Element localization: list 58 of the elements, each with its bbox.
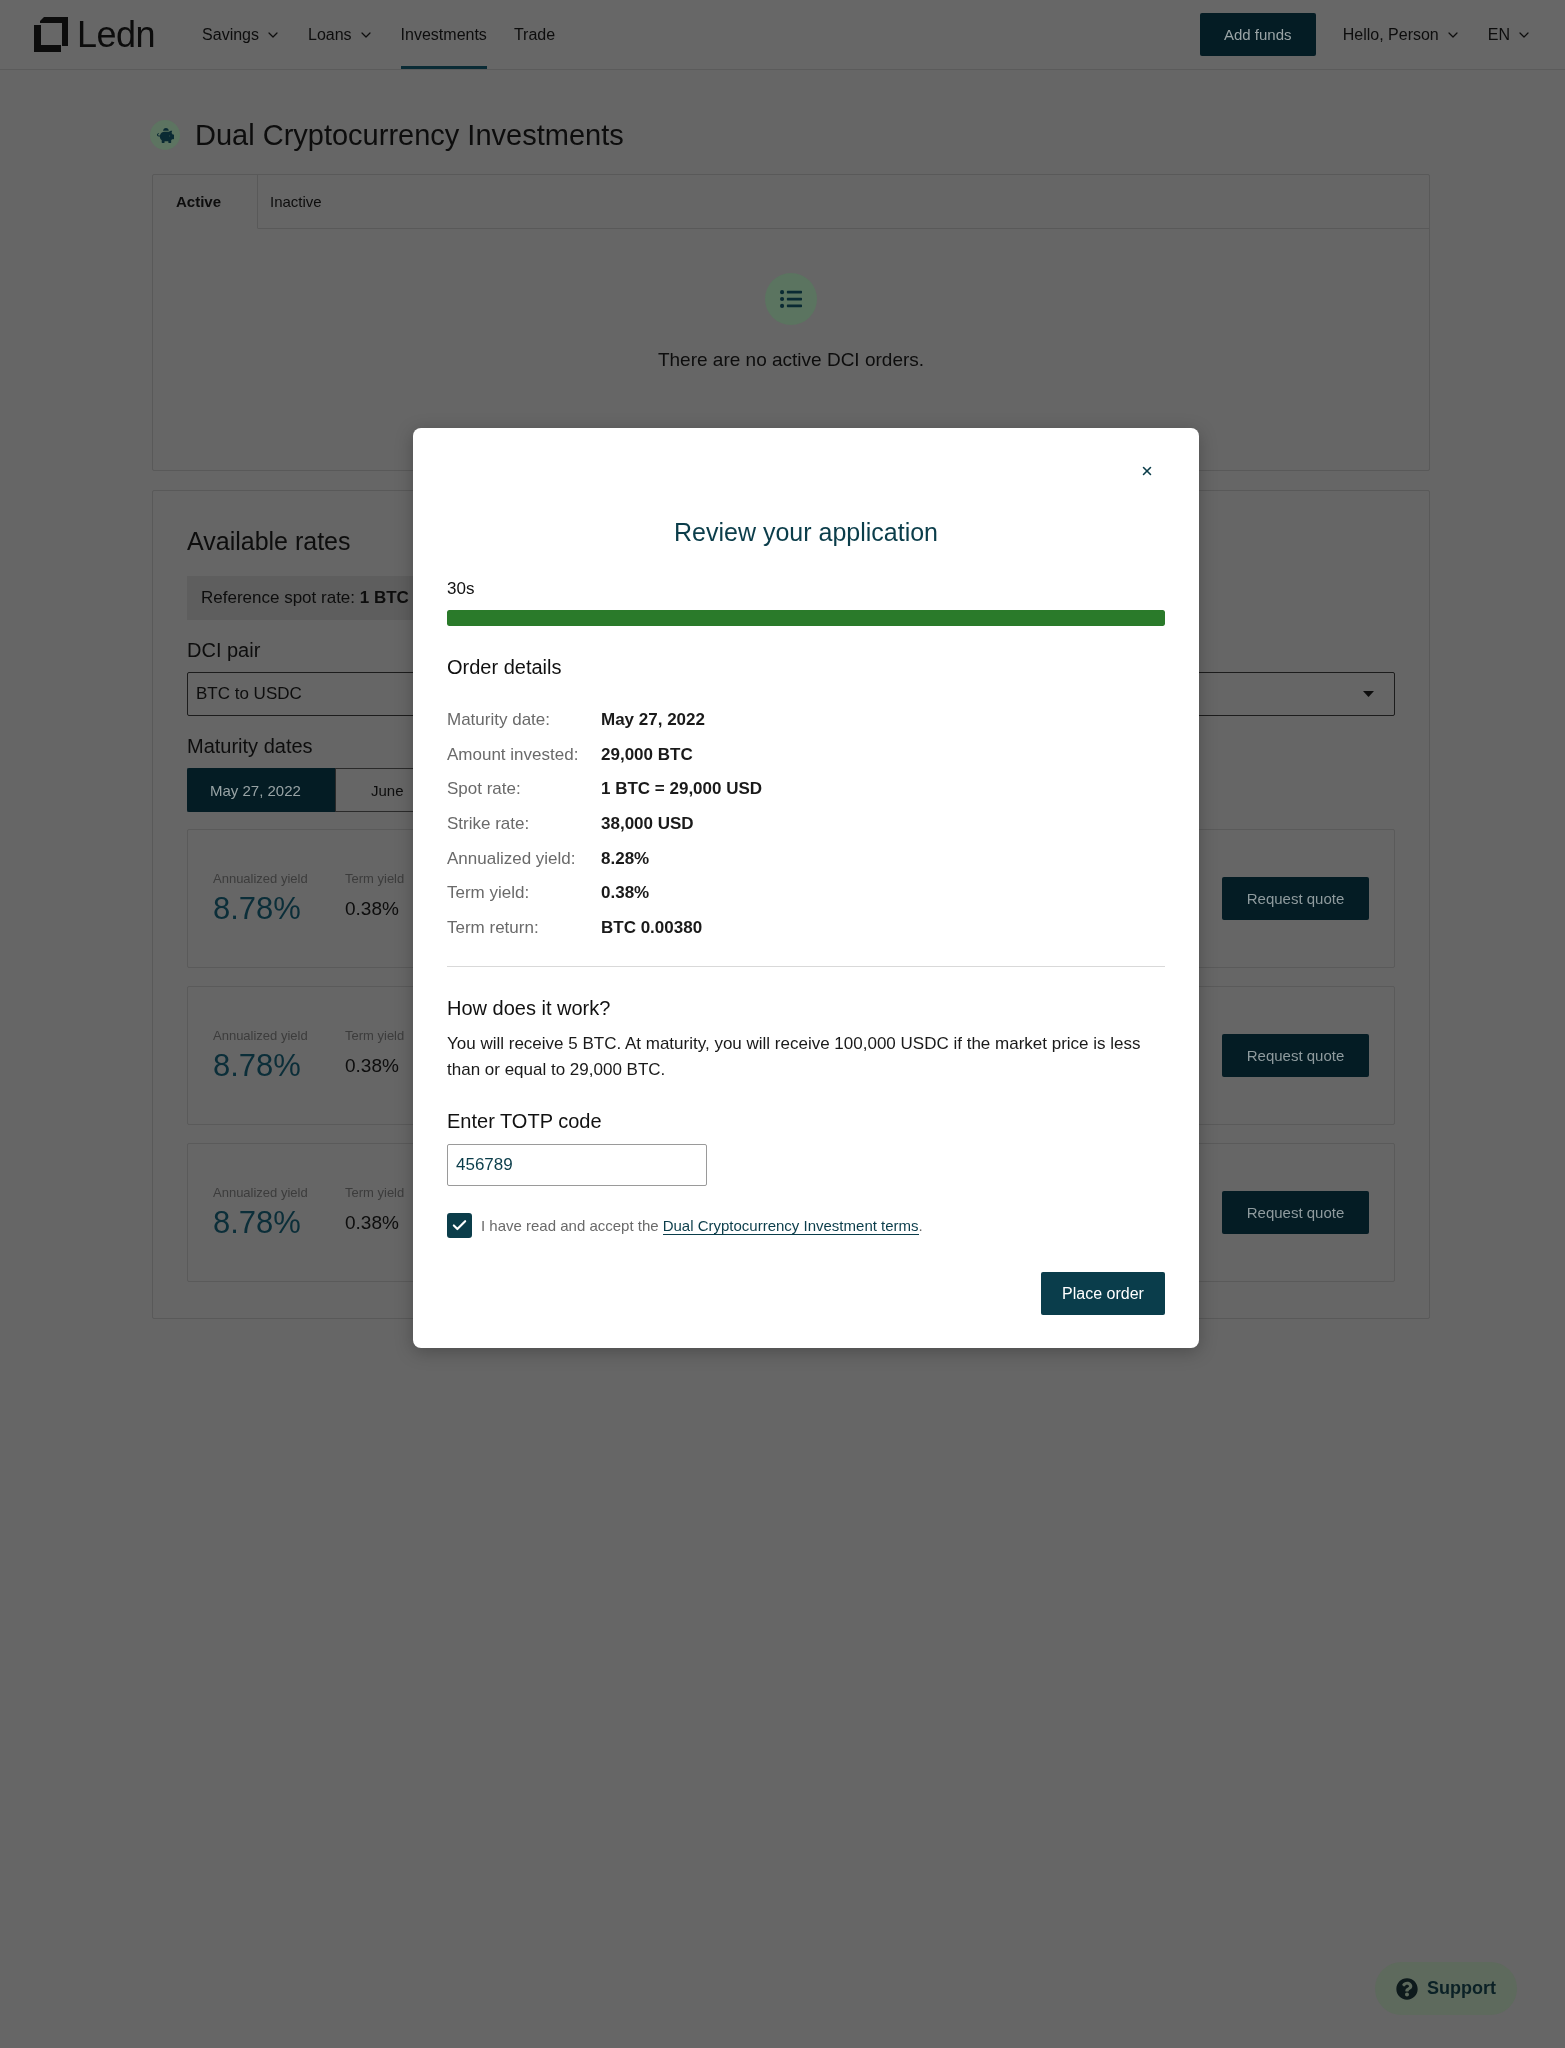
page-title: Dual Cryptocurrency Investments: [195, 118, 624, 153]
close-icon: [1140, 464, 1154, 478]
detail-label: Strike rate:: [447, 814, 531, 835]
detail-value: 29,000 BTC: [601, 744, 693, 765]
orders-tab[interactable]: Active: [153, 175, 258, 229]
detail-label: Maturity date:: [447, 710, 551, 731]
countdown-text: 30s: [447, 579, 476, 599]
detail-value: BTC 0.00380: [601, 917, 703, 938]
section-heading: Order details: [447, 655, 563, 679]
help-icon: [1396, 1977, 1418, 2000]
logo-icon: [34, 17, 68, 52]
terms-link[interactable]: Dual Cryptocurrency Investment terms: [662, 1216, 919, 1235]
yield-value: 0.38%: [345, 1210, 399, 1235]
yield-value: 8.78%: [213, 890, 301, 927]
user-menu-button[interactable]: Hello, Person: [1342, 25, 1461, 44]
spot-rate-banner: Reference spot rate: 1 BTC: [187, 576, 413, 620]
dialog-title: Review your application: [673, 517, 939, 547]
detail-label: Annualized yield:: [447, 848, 577, 869]
field-label: DCI pair: [187, 638, 261, 662]
request-quote-button[interactable]: Request quote: [1222, 1191, 1369, 1234]
detail-label: Spot rate:: [447, 779, 522, 800]
orders-tab[interactable]: Inactive: [258, 175, 334, 229]
empty-state-text: There are no active DCI orders.: [657, 348, 925, 372]
language-button[interactable]: EN: [1487, 25, 1532, 44]
yield-value: 0.38%: [345, 1053, 399, 1078]
list-icon: [765, 273, 817, 325]
section-heading: How does it work?: [447, 996, 612, 1021]
place-order-button[interactable]: Place order: [1041, 1272, 1165, 1316]
nav-link[interactable]: Savings: [202, 0, 281, 69]
section-title: Available rates: [187, 526, 351, 556]
detail-value: 1 BTC = 29,000 USD: [601, 779, 763, 800]
terms-checkbox[interactable]: [447, 1213, 472, 1239]
yield-value: 8.78%: [213, 1204, 301, 1241]
detail-value: 38,000 USD: [601, 814, 694, 835]
request-quote-button[interactable]: Request quote: [1222, 1034, 1369, 1077]
detail-value: 8.28%: [601, 848, 650, 869]
detail-label: Term return:: [447, 917, 540, 938]
nav-link[interactable]: Investments: [400, 0, 487, 69]
detail-value: 0.38%: [601, 883, 650, 904]
logo-text: Ledn: [77, 14, 156, 55]
detail-label: Amount invested:: [447, 744, 580, 765]
yield-value: 0.38%: [345, 896, 399, 921]
add-funds-button[interactable]: Add funds: [1199, 13, 1316, 56]
detail-value: May 27, 2022: [601, 710, 705, 731]
totp-input-field[interactable]: 456789: [447, 1144, 707, 1187]
caret-down-icon: [1363, 691, 1374, 697]
terms-text: I have read and accept the Dual Cryptocurrency Investment terms.: [481, 1215, 923, 1236]
nav-link[interactable]: Trade: [513, 0, 556, 69]
support-button[interactable]: Support: [1375, 1962, 1517, 2015]
field-label: Enter TOTP code: [447, 1109, 603, 1134]
piggy-bank-icon: [150, 120, 180, 150]
request-quote-button[interactable]: Request quote: [1222, 877, 1369, 920]
yield-value: 8.78%: [213, 1047, 301, 1084]
date-tab[interactable]: May 27, 2022: [187, 768, 335, 812]
nav-link[interactable]: Loans: [308, 0, 374, 69]
detail-label: Term yield:: [447, 883, 531, 904]
explanation-text: You will receive 5 BTC. At maturity, you will receive 100,000 USDC if the market price is less than or equal to 29,000 BTC.: [447, 1033, 1142, 1082]
field-label: Maturity dates: [187, 734, 313, 758]
